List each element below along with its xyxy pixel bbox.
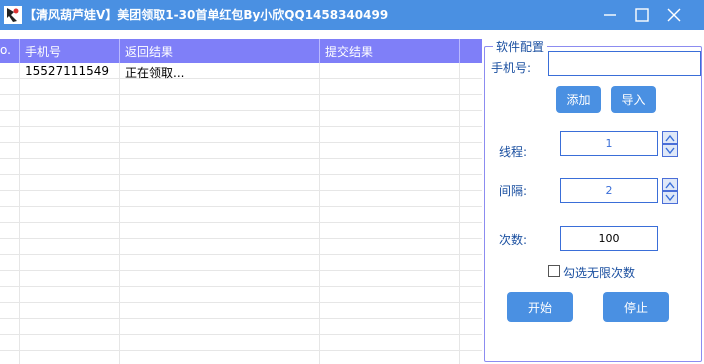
table-row bbox=[0, 175, 482, 191]
table-row bbox=[0, 95, 482, 111]
table-row bbox=[0, 351, 482, 364]
phone-input[interactable] bbox=[548, 51, 701, 76]
interval-spin-up[interactable] bbox=[662, 178, 678, 191]
count-input[interactable]: 100 bbox=[560, 226, 658, 251]
table-row bbox=[0, 127, 482, 143]
threads-spin-down[interactable] bbox=[662, 144, 678, 157]
table-row bbox=[0, 159, 482, 175]
result-list[interactable]: o. 手机号 返回结果 提交结果 15527111549 正在领取... bbox=[0, 39, 482, 364]
table-row[interactable]: 15527111549 正在领取... bbox=[0, 63, 482, 80]
threads-input[interactable]: 1 bbox=[560, 131, 658, 156]
list-header: o. 手机号 返回结果 提交结果 bbox=[0, 39, 482, 63]
table-row bbox=[0, 319, 482, 335]
table-row bbox=[0, 111, 482, 127]
threads-spin-up[interactable] bbox=[662, 131, 678, 144]
minimize-button[interactable] bbox=[594, 0, 626, 30]
column-divider[interactable] bbox=[19, 39, 20, 63]
column-divider[interactable] bbox=[319, 39, 320, 63]
app-icon bbox=[4, 6, 22, 24]
stop-button[interactable]: 停止 bbox=[603, 292, 669, 322]
list-rows: 15527111549 正在领取... bbox=[0, 63, 482, 364]
close-icon bbox=[667, 8, 681, 22]
table-row bbox=[0, 223, 482, 239]
unlimited-checkbox[interactable] bbox=[548, 265, 560, 277]
unlimited-label[interactable]: 勾选无限次数 bbox=[563, 264, 635, 281]
table-row bbox=[0, 191, 482, 207]
cell-phone: 15527111549 bbox=[25, 64, 109, 78]
table-row bbox=[0, 255, 482, 271]
spin-up-icon bbox=[665, 134, 675, 141]
settings-group-title: 软件配置 bbox=[493, 38, 548, 55]
table-row bbox=[0, 143, 482, 159]
import-button[interactable]: 导入 bbox=[611, 86, 656, 113]
threads-label: 线程: bbox=[499, 145, 528, 159]
minimize-icon bbox=[604, 14, 616, 16]
start-button[interactable]: 开始 bbox=[507, 292, 573, 322]
column-divider[interactable] bbox=[119, 39, 120, 63]
column-divider[interactable] bbox=[459, 39, 460, 63]
add-button[interactable]: 添加 bbox=[556, 86, 601, 113]
table-row bbox=[0, 287, 482, 303]
phone-label: 手机号: bbox=[491, 61, 532, 75]
interval-spin-down[interactable] bbox=[662, 191, 678, 204]
table-row bbox=[0, 207, 482, 223]
table-row bbox=[0, 335, 482, 351]
column-header-no[interactable]: o. bbox=[0, 43, 11, 57]
interval-input[interactable]: 2 bbox=[560, 178, 658, 203]
column-header-phone[interactable]: 手机号 bbox=[25, 43, 61, 60]
table-row bbox=[0, 239, 482, 255]
maximize-button[interactable] bbox=[626, 0, 658, 30]
spin-up-icon bbox=[665, 181, 675, 188]
spin-down-icon bbox=[665, 194, 675, 201]
maximize-icon bbox=[635, 8, 649, 22]
close-button[interactable] bbox=[658, 0, 690, 30]
title-bar[interactable]: 【清风葫芦娃V】美团领取1-30首单红包By小欣QQ1458340499 bbox=[0, 0, 704, 30]
table-row bbox=[0, 79, 482, 95]
spin-down-icon bbox=[665, 147, 675, 154]
window-title: 【清风葫芦娃V】美团领取1-30首单红包By小欣QQ1458340499 bbox=[24, 8, 389, 22]
column-header-result[interactable]: 返回结果 bbox=[125, 43, 173, 60]
interval-label: 间隔: bbox=[499, 184, 528, 198]
table-row bbox=[0, 271, 482, 287]
count-label: 次数: bbox=[499, 233, 528, 247]
table-row bbox=[0, 303, 482, 319]
column-header-submit[interactable]: 提交结果 bbox=[325, 43, 373, 60]
